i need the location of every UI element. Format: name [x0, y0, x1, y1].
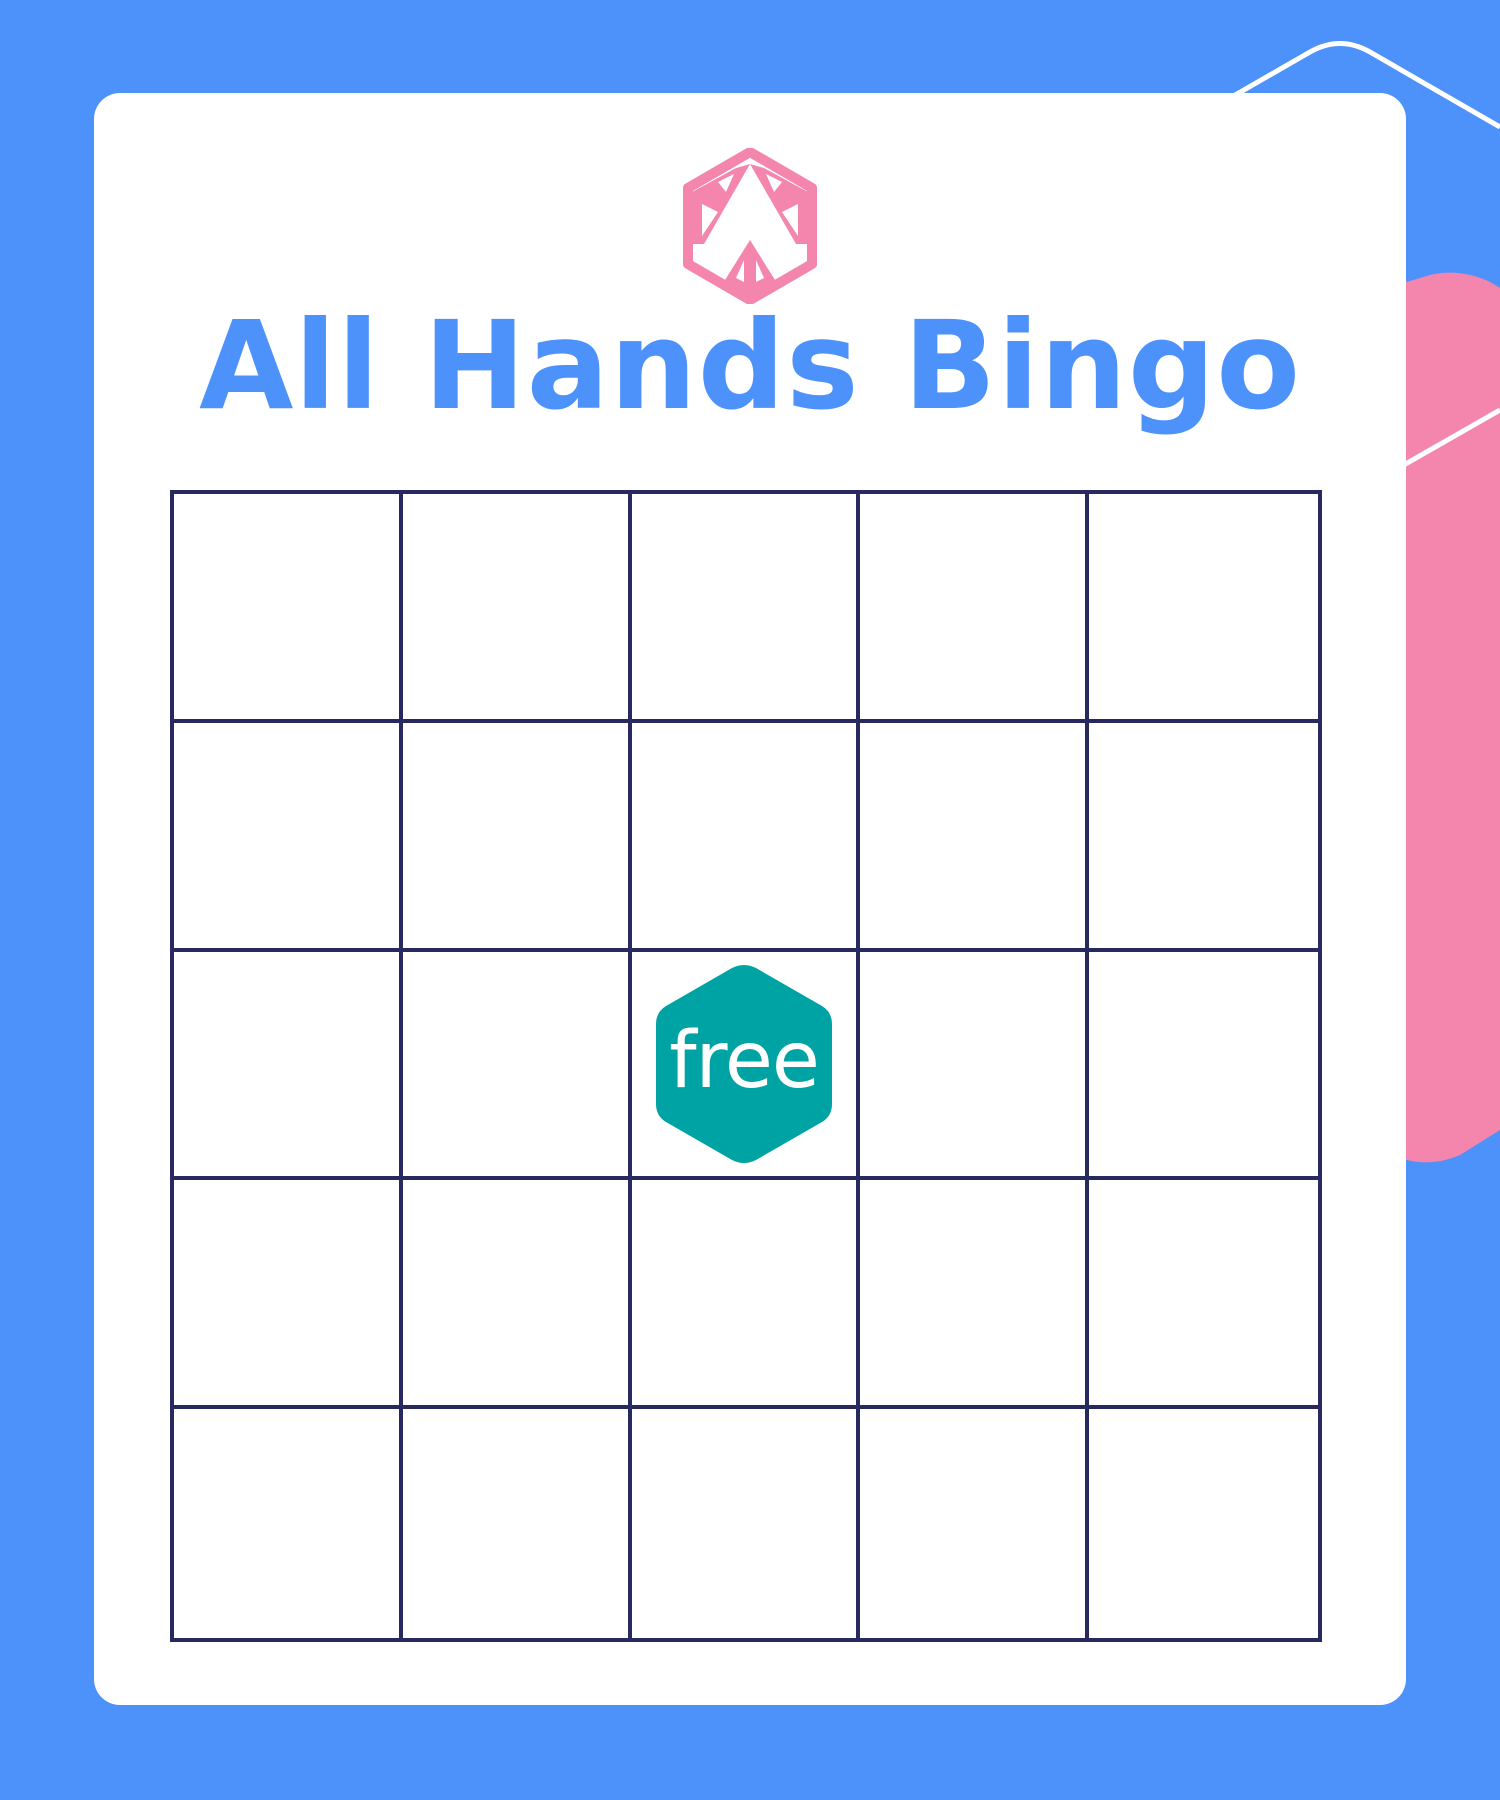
bingo-cell[interactable]	[174, 1180, 403, 1410]
bingo-cell[interactable]	[631, 722, 861, 952]
bingo-cell[interactable]	[403, 1409, 632, 1638]
bingo-grid: free	[170, 490, 1322, 1642]
bingo-cell[interactable]	[631, 494, 861, 723]
bingo-cell[interactable]	[174, 951, 403, 1181]
bingo-cell[interactable]	[860, 1180, 1090, 1410]
bingo-cell[interactable]	[860, 494, 1090, 723]
bingo-cell[interactable]	[1089, 1180, 1318, 1410]
bingo-cell[interactable]	[174, 1409, 403, 1638]
free-space-badge: free	[652, 962, 836, 1166]
bingo-cell[interactable]	[860, 951, 1090, 1181]
bingo-cell[interactable]	[632, 1409, 861, 1638]
pink-hexagon-logo-icon	[683, 148, 817, 304]
bingo-cell[interactable]	[1089, 723, 1318, 952]
bingo-cell[interactable]	[402, 722, 632, 952]
bingo-cell[interactable]	[1089, 494, 1318, 723]
bingo-cell[interactable]	[1089, 1409, 1318, 1638]
bingo-cell[interactable]	[402, 951, 632, 1181]
bingo-card: All Hands Bingo free	[94, 93, 1406, 1705]
bingo-cell[interactable]	[174, 722, 403, 952]
bingo-cell[interactable]	[860, 1409, 1090, 1638]
free-label: free	[669, 1015, 820, 1106]
bingo-cell[interactable]	[402, 494, 632, 723]
bingo-cell[interactable]	[860, 722, 1090, 952]
bingo-cell[interactable]	[174, 494, 403, 723]
page-title: All Hands Bingo	[198, 295, 1302, 437]
bingo-cell[interactable]	[631, 1180, 861, 1410]
bingo-cell[interactable]	[402, 1180, 632, 1410]
bingo-cell[interactable]	[1089, 952, 1318, 1181]
free-space-cell[interactable]: free	[631, 951, 861, 1181]
